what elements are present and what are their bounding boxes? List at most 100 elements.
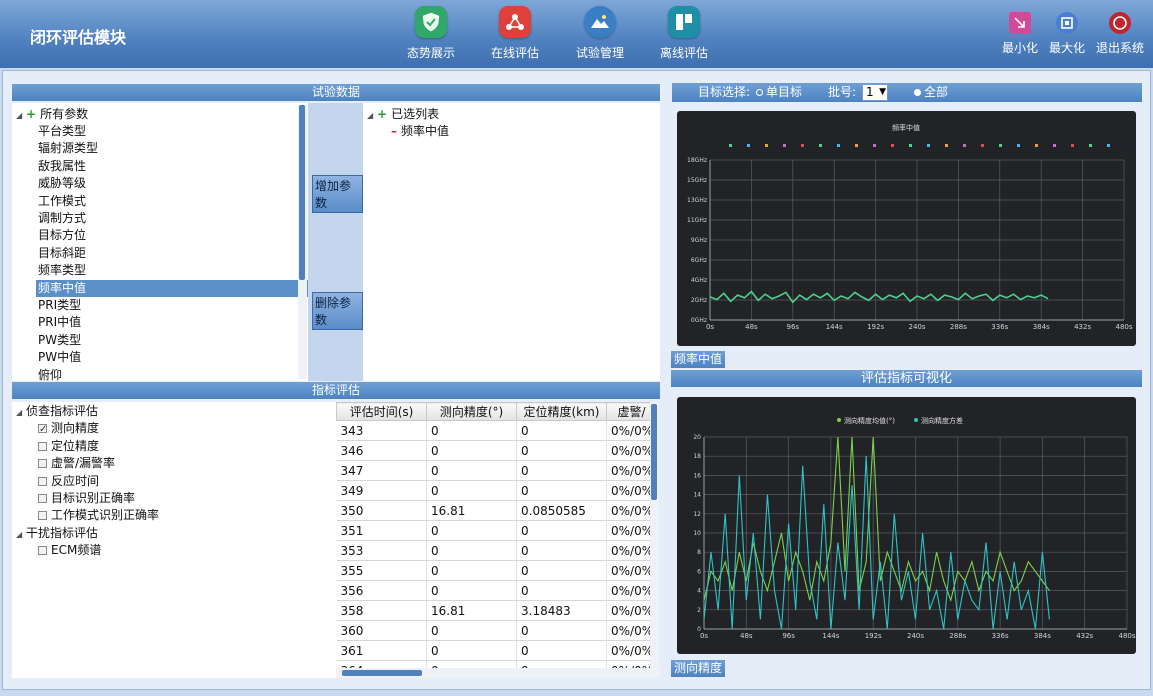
index-checkbox-item[interactable]: 测向精度 [38,420,100,438]
all-targets-radio[interactable]: 全部 [914,83,948,102]
table-cell: 0%/0% [606,460,650,481]
scrollbar-thumb[interactable] [299,105,305,280]
index-checkbox-item[interactable]: 虚警/漏警率 [38,455,115,472]
nav-situation-display[interactable]: 态势展示 [391,6,471,61]
selected-list-root[interactable]: ◢ + 已选列表 [367,106,439,124]
minimize-button[interactable]: 最小化 [1002,12,1038,56]
param-item[interactable]: 辐射源类型 [36,140,98,157]
index-item-label: 测向精度 [51,421,100,436]
expand-icon[interactable]: ◢ [16,526,26,543]
param-item[interactable]: 频率中值 [36,279,320,297]
param-tree-root[interactable]: ◢ + 所有参数 [16,106,88,124]
x-tick-label: 288s [949,632,966,640]
expand-icon[interactable]: ◢ [367,107,377,124]
param-item[interactable]: 工作模式 [36,193,86,210]
table-row[interactable]: 349 0 0 0%/0% [336,480,650,501]
checkbox[interactable] [38,494,47,503]
app-header: 闭环评估模块 态势展示 在线评估 试验管理 离线评估 最小化 最大化 退出系统 [0,0,1153,68]
index-checkbox-item[interactable]: 工作模式识别正确率 [38,507,159,524]
remove-param-button[interactable]: 删除参数 [312,292,363,330]
table-hscrollbar[interactable] [336,668,660,678]
plus-icon: + [26,107,37,121]
checkbox[interactable] [38,476,47,486]
add-param-button[interactable]: 增加参数 [312,175,363,213]
table-row[interactable]: 343 0 0 0%/0% [336,420,650,441]
checkbox[interactable] [38,441,47,451]
batch-select[interactable]: 1 ▼ [862,84,888,101]
table-column-header[interactable]: 测向精度(°) [426,402,517,421]
table-column-header[interactable]: 评估时间(s) [336,402,427,421]
y-tick-label: 6 [697,568,701,575]
table-row[interactable]: 350 16.81 0.0850585 0%/0% [336,500,650,521]
index-item-label: 反应时间 [51,473,100,488]
nav-trial-management[interactable]: 试验管理 [560,6,640,61]
expand-icon[interactable]: ◢ [16,404,26,421]
y-tick-label: 18GHz [687,157,707,164]
app-title: 闭环评估模块 [30,28,127,47]
series-line-1 [703,456,1050,630]
exit-button[interactable]: 退出系统 [1096,12,1144,56]
x-tick-label: 96s [787,323,800,331]
table-row[interactable]: 364000%/0% [336,660,650,668]
param-item[interactable]: 威胁等级 [36,175,86,192]
param-item[interactable]: PW类型 [36,332,81,349]
table-row[interactable]: 351 0 0 0%/0% [336,520,650,541]
legend-dot [1053,144,1056,147]
checkbox[interactable] [38,459,47,469]
param-item[interactable]: 目标方位 [36,227,86,244]
checkbox[interactable] [38,421,47,438]
x-tick-label: 336s [992,632,1009,640]
table-row[interactable]: 347 0 0 0%/0% [336,460,650,481]
table-row[interactable]: 361 0 0 0%/0% [336,640,650,661]
param-button-column: 增加参数 删除参数 [308,103,363,381]
param-item[interactable]: PW中值 [36,349,81,366]
checkbox[interactable] [38,511,47,521]
table-column-header[interactable]: 虚警/ [606,402,650,421]
table-column-header[interactable]: 定位精度(km) [516,402,607,421]
mountain-icon [584,6,616,38]
nav-offline-eval[interactable]: 离线评估 [644,6,724,61]
index-checkbox-item[interactable]: ECM频谱 [38,542,101,559]
nav-online-eval[interactable]: 在线评估 [475,6,555,61]
index-group[interactable]: ◢ 侦查指标评估 [16,403,98,421]
param-item-label: 频率类型 [38,263,87,278]
index-checkbox-item[interactable]: 反应时间 [38,473,99,490]
maximize-button[interactable]: 最大化 [1049,12,1085,56]
table-row[interactable]: 353 0 0 0%/0% [336,540,650,561]
scrollbar-thumb[interactable] [651,404,657,500]
single-target-radio[interactable]: 单目标 [756,83,802,102]
index-group[interactable]: ◢ 干扰指标评估 [16,525,98,543]
table-row[interactable]: 358 16.81 3.18483 0%/0% [336,600,650,621]
table-row[interactable]: 360 0 0 0%/0% [336,620,650,641]
index-checkbox-item[interactable]: 定位精度 [38,438,99,455]
param-item[interactable]: PRI中值 [36,314,81,331]
param-item-label: 敌我属性 [38,158,87,173]
param-item[interactable]: 频率类型 [36,262,86,279]
selected-item[interactable]: – 频率中值 [391,123,449,140]
param-tree-scrollbar[interactable] [298,105,307,379]
y-tick-label: 10 [693,530,701,537]
checkbox[interactable] [38,546,47,556]
param-item[interactable]: 目标斜距 [36,245,86,262]
param-item[interactable]: PRI类型 [36,297,81,314]
radio-icon [756,89,763,96]
table-cell: 0 [516,560,607,581]
table-cell: 0 [516,660,607,668]
param-item[interactable]: 平台类型 [36,123,86,140]
table-cell: 0 [426,420,517,441]
param-item-label: 频率中值 [38,280,87,295]
expand-icon[interactable]: ◢ [16,107,26,124]
table-row[interactable]: 355 0 0 0%/0% [336,560,650,581]
table-row[interactable]: 346 0 0 0%/0% [336,440,650,461]
index-checkbox-item[interactable]: 目标识别正确率 [38,490,135,507]
param-item[interactable]: 调制方式 [36,210,86,227]
frequency-chart-label: 频率中值 [671,351,726,368]
table-row[interactable]: 356 0 0 0%/0% [336,580,650,601]
legend-dot [927,144,930,147]
table-vscrollbar[interactable] [650,402,659,668]
direction-accuracy-chart: 测向精度均值(°) 测向精度方差 0s 48s 96s 144s 192s 240s 288s 3… [677,397,1136,654]
x-tick-label: 432s [1076,632,1093,640]
index-tree-panel: ◢侦查指标评估测向精度定位精度虚警/漏警率反应时间目标识别正确率工作模式识别正确… [12,402,336,678]
scrollbar-thumb[interactable] [342,670,422,676]
param-item[interactable]: 敌我属性 [36,158,86,175]
